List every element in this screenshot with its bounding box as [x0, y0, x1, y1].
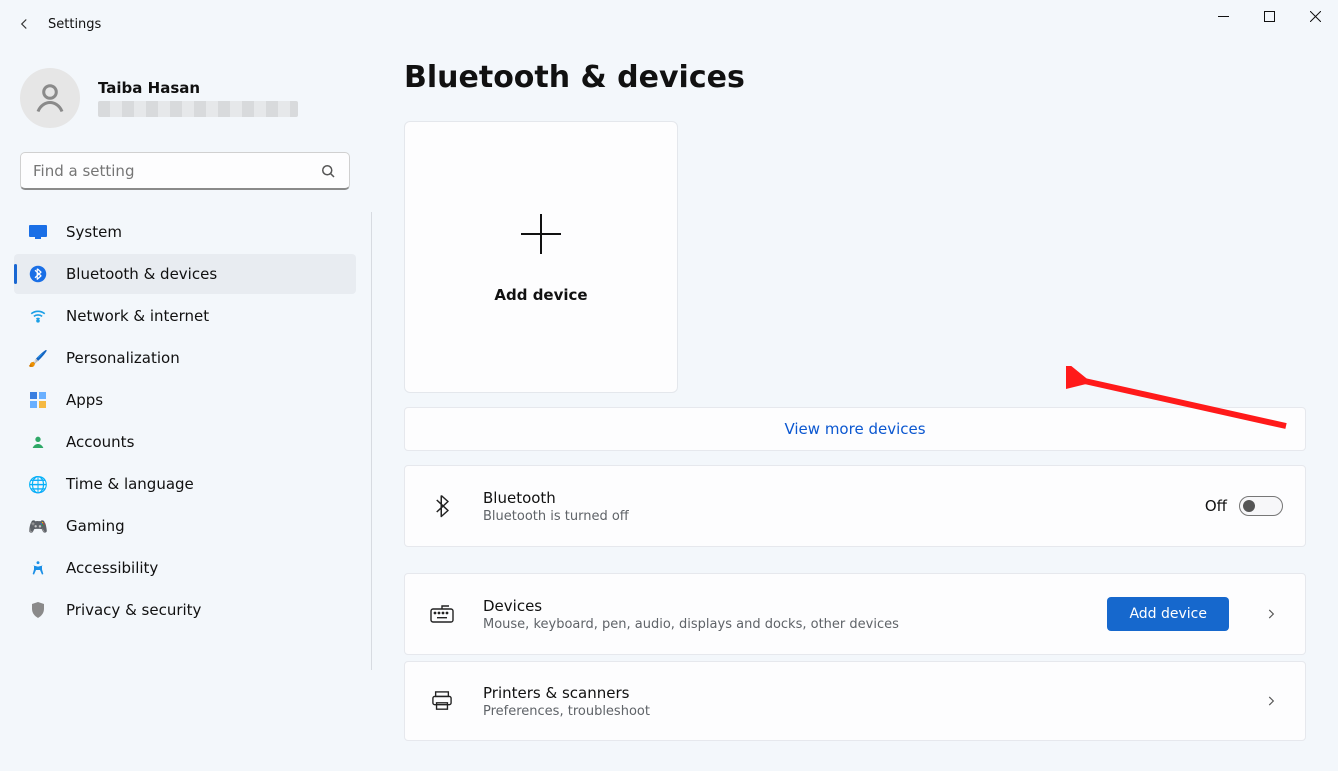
- add-device-tile[interactable]: Add device: [404, 121, 678, 393]
- bluetooth-row: Bluetooth Bluetooth is turned off Off: [404, 465, 1306, 547]
- sidebar-item-label: Privacy & security: [66, 601, 201, 619]
- close-icon: [1310, 11, 1321, 22]
- content-area: Bluetooth & devices Add device View more…: [404, 60, 1314, 771]
- profile-text: Taiba Hasan: [98, 79, 298, 117]
- keyboard-icon: [427, 605, 457, 623]
- devices-text: Devices Mouse, keyboard, pen, audio, dis…: [479, 597, 1085, 632]
- add-device-button[interactable]: Add device: [1107, 597, 1229, 631]
- person-icon: [32, 80, 68, 116]
- view-more-devices-link[interactable]: View more devices: [404, 407, 1306, 451]
- bluetooth-icon: [28, 264, 48, 284]
- sidebar-item-time-language[interactable]: 🌐 Time & language: [14, 464, 356, 504]
- view-more-label: View more devices: [784, 420, 925, 438]
- bluetooth-text: Bluetooth Bluetooth is turned off: [479, 489, 1183, 524]
- printers-title: Printers & scanners: [483, 684, 1229, 702]
- app-title: Settings: [48, 17, 101, 32]
- close-button[interactable]: [1292, 0, 1338, 32]
- search-input[interactable]: [33, 162, 319, 180]
- wifi-icon: [28, 306, 48, 326]
- chevron-right-icon: [1264, 607, 1278, 621]
- sidebar-item-label: Personalization: [66, 349, 180, 367]
- accessibility-icon: [28, 558, 48, 578]
- profile-email-redacted: [98, 101, 298, 117]
- sidebar-item-network[interactable]: Network & internet: [14, 296, 356, 336]
- brush-icon: 🖌️: [28, 348, 48, 368]
- gamepad-icon: 🎮: [28, 516, 48, 536]
- sidebar-item-label: Apps: [66, 391, 103, 409]
- minimize-button[interactable]: [1200, 0, 1246, 32]
- sidebar: Taiba Hasan System Bluetooth & devices: [0, 48, 370, 771]
- minimize-icon: [1218, 11, 1229, 22]
- devices-expand[interactable]: [1259, 607, 1283, 621]
- sidebar-item-system[interactable]: System: [14, 212, 356, 252]
- back-button[interactable]: [0, 0, 48, 48]
- sidebar-item-label: Time & language: [66, 475, 194, 493]
- monitor-icon: [28, 222, 48, 242]
- sidebar-item-personalization[interactable]: 🖌️ Personalization: [14, 338, 356, 378]
- bluetooth-title: Bluetooth: [483, 489, 1183, 507]
- add-device-tile-label: Add device: [494, 286, 587, 304]
- shield-icon: [28, 600, 48, 620]
- sidebar-item-label: Network & internet: [66, 307, 209, 325]
- search-icon: [319, 162, 337, 180]
- page-title: Bluetooth & devices: [404, 60, 1314, 95]
- apps-icon: [28, 390, 48, 410]
- avatar: [20, 68, 80, 128]
- arrow-left-icon: [15, 15, 33, 33]
- maximize-icon: [1264, 11, 1275, 22]
- bluetooth-toggle[interactable]: [1239, 496, 1283, 516]
- printers-subtitle: Preferences, troubleshoot: [483, 704, 1229, 719]
- person-icon: [28, 432, 48, 452]
- profile-block[interactable]: Taiba Hasan: [0, 68, 370, 152]
- search-box[interactable]: [20, 152, 350, 190]
- sidebar-item-accessibility[interactable]: Accessibility: [14, 548, 356, 588]
- sidebar-item-privacy-security[interactable]: Privacy & security: [14, 590, 356, 630]
- maximize-button[interactable]: [1246, 0, 1292, 32]
- sidebar-item-label: System: [66, 223, 122, 241]
- bluetooth-toggle-label: Off: [1205, 497, 1227, 515]
- devices-subtitle: Mouse, keyboard, pen, audio, displays an…: [483, 617, 1085, 632]
- nav-divider: [371, 212, 372, 670]
- printer-icon: [427, 691, 457, 711]
- sidebar-item-accounts[interactable]: Accounts: [14, 422, 356, 462]
- sidebar-item-label: Accessibility: [66, 559, 158, 577]
- printers-row[interactable]: Printers & scanners Preferences, trouble…: [404, 661, 1306, 741]
- bluetooth-icon: [427, 493, 457, 519]
- sidebar-item-label: Accounts: [66, 433, 134, 451]
- sidebar-item-gaming[interactable]: 🎮 Gaming: [14, 506, 356, 546]
- window-controls: [1200, 0, 1338, 32]
- printers-text: Printers & scanners Preferences, trouble…: [479, 684, 1229, 719]
- titlebar: Settings: [0, 0, 1338, 48]
- bluetooth-subtitle: Bluetooth is turned off: [483, 509, 1183, 524]
- chevron-right-icon: [1264, 694, 1278, 708]
- devices-title: Devices: [483, 597, 1085, 615]
- sidebar-item-bluetooth-devices[interactable]: Bluetooth & devices: [14, 254, 356, 294]
- devices-row[interactable]: Devices Mouse, keyboard, pen, audio, dis…: [404, 573, 1306, 655]
- profile-name: Taiba Hasan: [98, 79, 298, 97]
- plus-icon: [517, 210, 565, 258]
- sidebar-item-label: Bluetooth & devices: [66, 265, 217, 283]
- sidebar-item-label: Gaming: [66, 517, 125, 535]
- toggle-knob: [1243, 500, 1255, 512]
- printers-expand[interactable]: [1259, 694, 1283, 708]
- globe-clock-icon: 🌐: [28, 474, 48, 494]
- sidebar-item-apps[interactable]: Apps: [14, 380, 356, 420]
- nav-list: System Bluetooth & devices Network & int…: [0, 212, 370, 630]
